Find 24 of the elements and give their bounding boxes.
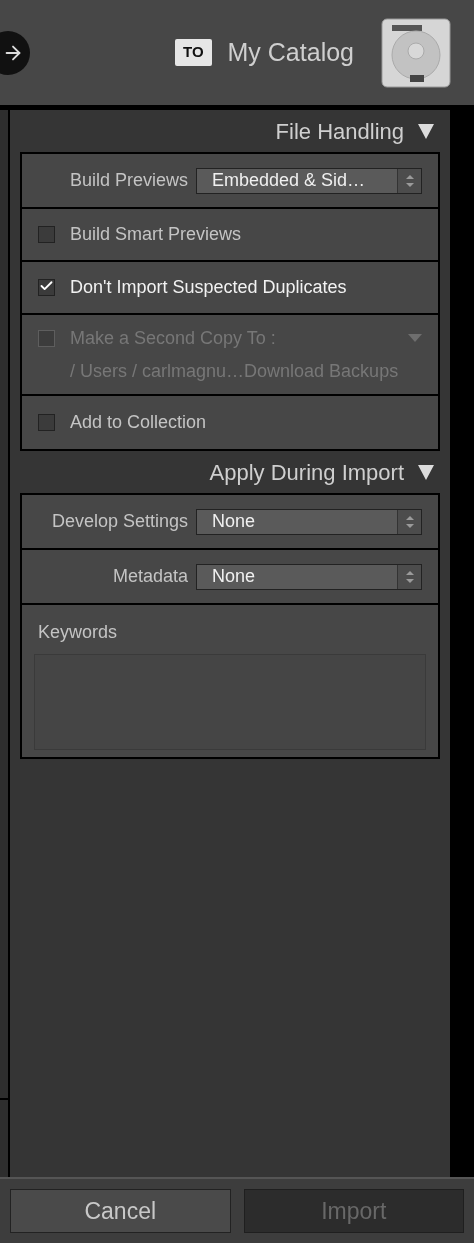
checkbox[interactable]: [38, 279, 55, 296]
checkbox-label: Build Smart Previews: [70, 223, 243, 246]
section-header[interactable]: File Handling: [20, 110, 440, 152]
catalog-title: My Catalog: [227, 36, 354, 68]
hard-drive-icon: [380, 16, 452, 89]
dropdown-select[interactable]: None: [196, 563, 422, 590]
dropdown-select[interactable]: Embedded & Sid…: [196, 167, 422, 194]
stepper-icon: [404, 514, 415, 529]
dropdown-select[interactable]: None: [196, 508, 422, 535]
stepper-icon: [404, 569, 415, 584]
checkbox[interactable]: [38, 414, 55, 431]
collapse-triangle-icon: [418, 464, 434, 480]
section-header[interactable]: Apply During Import: [20, 451, 440, 493]
destination-badge: TO: [175, 39, 212, 66]
collapse-triangle-icon: [418, 123, 434, 139]
field-label: Develop Settings: [50, 510, 188, 533]
checkbox-label: Don't Import Suspected Duplicates: [70, 276, 348, 299]
field-label: Build Previews: [68, 169, 188, 192]
stepper-icon: [404, 173, 415, 188]
cancel-button[interactable]: Cancel: [10, 1189, 231, 1233]
checkbox[interactable]: [38, 226, 55, 243]
field-label: Keywords: [37, 621, 119, 644]
checkbox-label: Add to Collection: [70, 411, 208, 434]
field-label: Metadata: [111, 565, 188, 588]
